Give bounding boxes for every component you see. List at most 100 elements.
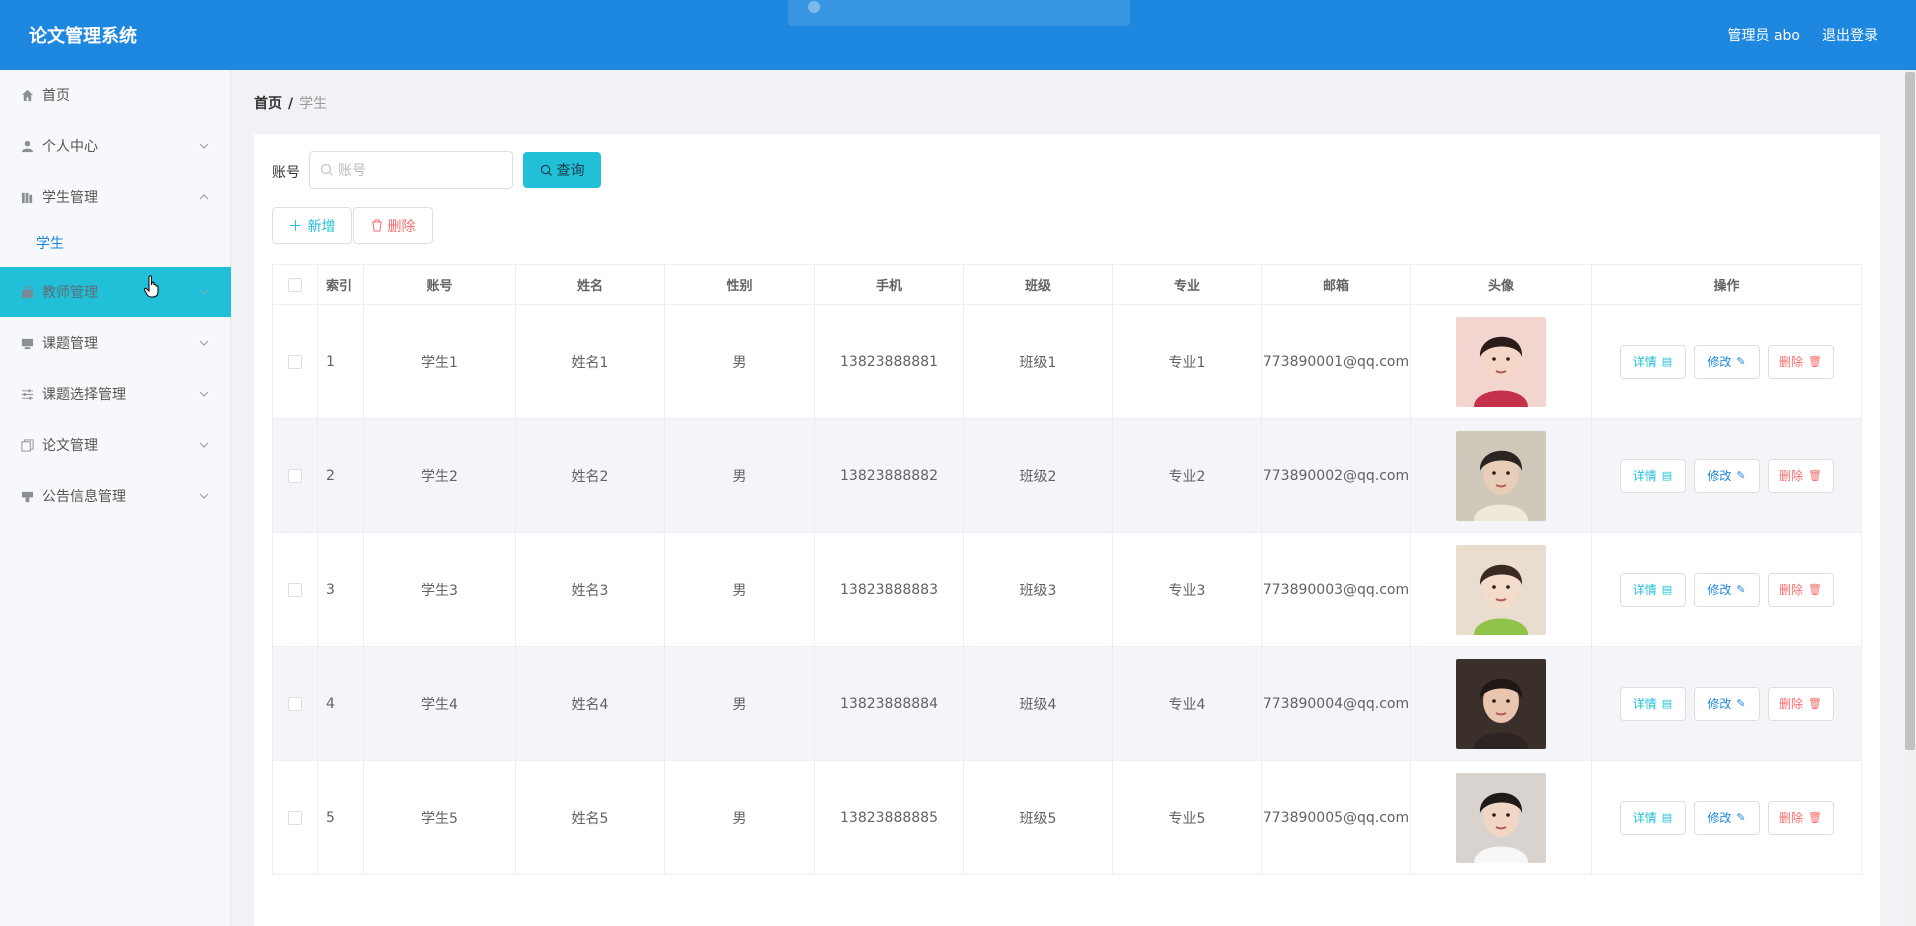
sliders-icon	[20, 387, 34, 401]
cell-account: 学生5	[364, 761, 516, 875]
scrollbar-thumb[interactable]	[1905, 72, 1915, 750]
cell-operations: 详情 ▤ 修改 ✎ 删除 🗑	[1592, 419, 1862, 533]
sidebar-item-topic-selection[interactable]: 课题选择管理	[0, 369, 231, 419]
avatar[interactable]	[1456, 430, 1546, 521]
delete-button[interactable]: 删除 🗑	[1767, 344, 1834, 379]
cell-sex: 男	[665, 533, 815, 647]
delete-button[interactable]: 删除 🗑	[1767, 800, 1834, 835]
edit-button[interactable]: 修改 ✎	[1693, 458, 1760, 493]
row-select-cell[interactable]	[273, 305, 318, 419]
pencil-icon: ✎	[1736, 469, 1746, 482]
table-row: 5 学生5 姓名5 男 13823888885 班级5 专业5 773890005@qq.co…	[273, 761, 1862, 875]
edit-button[interactable]: 修改 ✎	[1693, 686, 1760, 721]
edit-button-label: 修改	[1707, 583, 1732, 597]
sidebar-item-topics[interactable]: 课题管理	[0, 318, 231, 368]
library-icon	[20, 190, 34, 204]
add-button[interactable]: ＋ 新增	[272, 207, 352, 244]
delete-button-label: 删除	[1779, 469, 1804, 483]
table-row: 4 学生4 姓名4 男 13823888884 班级4 专业4 773890004@qq.co…	[273, 647, 1862, 761]
row-select-cell[interactable]	[273, 419, 318, 533]
row-select-cell[interactable]	[273, 647, 318, 761]
trash-icon: 🗑	[1808, 355, 1822, 368]
avatar[interactable]	[1456, 316, 1546, 407]
detail-button-label: 详情	[1632, 355, 1657, 369]
search-input[interactable]: 账号	[309, 151, 513, 189]
cell-name: 姓名5	[516, 761, 665, 875]
edit-button-label: 修改	[1707, 355, 1732, 369]
document-icon: ▤	[1661, 583, 1673, 596]
cell-index: 3	[318, 533, 364, 647]
query-button[interactable]: 查询	[523, 152, 601, 188]
avatar[interactable]	[1456, 544, 1546, 635]
delete-button[interactable]: 删除 🗑	[1767, 572, 1834, 607]
chevron-down-icon	[199, 287, 209, 298]
edit-button[interactable]: 修改 ✎	[1693, 572, 1760, 607]
sidebar-item-home[interactable]: 首页	[0, 70, 231, 120]
cell-email: 773890001@qq.com	[1262, 305, 1411, 419]
sidebar-subitem-student[interactable]: 学生	[0, 223, 231, 263]
document-icon: ▤	[1661, 697, 1673, 710]
sidebar-item-label: 个人中心	[42, 139, 98, 155]
edit-button[interactable]: 修改 ✎	[1693, 344, 1760, 379]
select-all-checkbox[interactable]	[288, 277, 302, 292]
breadcrumb-home[interactable]: 首页	[254, 96, 282, 112]
cell-phone: 13823888884	[815, 647, 964, 761]
batch-delete-button[interactable]: 删除	[353, 207, 433, 244]
delete-button-label: 删除	[1779, 583, 1804, 597]
row-checkbox[interactable]	[288, 810, 302, 825]
cell-index: 2	[318, 419, 364, 533]
user-icon	[20, 139, 34, 153]
breadcrumb-current: 学生	[299, 96, 328, 112]
detail-button[interactable]: 详情 ▤	[1619, 686, 1686, 721]
sidebar-item-teachers[interactable]: 教师管理	[0, 267, 231, 317]
table-row: 2 学生2 姓名2 男 13823888882 班级2 专业2 773890002@qq.co…	[273, 419, 1862, 533]
delete-button[interactable]: 删除 🗑	[1767, 458, 1834, 493]
sidebar-item-students[interactable]: 学生管理	[0, 172, 231, 222]
current-user-label: 管理员 abo	[1727, 28, 1800, 44]
column-header: 索引	[318, 265, 364, 305]
column-header: 姓名	[516, 265, 665, 305]
delete-button[interactable]: 删除 🗑	[1767, 686, 1834, 721]
cell-email: 773890004@qq.com	[1262, 647, 1411, 761]
pencil-icon: ✎	[1736, 697, 1746, 710]
chevron-down-icon	[199, 440, 209, 451]
row-checkbox[interactable]	[288, 582, 302, 597]
edit-button[interactable]: 修改 ✎	[1693, 800, 1760, 835]
detail-button[interactable]: 详情 ▤	[1619, 458, 1686, 493]
detail-button[interactable]: 详情 ▤	[1619, 344, 1686, 379]
cell-sex: 男	[665, 419, 815, 533]
cell-index: 5	[318, 761, 364, 875]
select-all-cell[interactable]	[273, 265, 318, 305]
cell-index: 1	[318, 305, 364, 419]
sidebar-item-papers[interactable]: 论文管理	[0, 420, 231, 470]
chevron-down-icon	[199, 338, 209, 349]
sidebar-item-notices[interactable]: 公告信息管理	[0, 471, 231, 521]
pencil-icon: ✎	[1736, 811, 1746, 824]
cell-major: 专业4	[1113, 647, 1262, 761]
avatar[interactable]	[1456, 658, 1546, 749]
toast-icon	[808, 1, 820, 13]
cell-name: 姓名1	[516, 305, 665, 419]
logout-link[interactable]: 退出登录	[1822, 25, 1878, 45]
chevron-down-icon	[199, 491, 209, 502]
cell-major: 专业1	[1113, 305, 1262, 419]
avatar[interactable]	[1456, 772, 1546, 863]
cell-avatar	[1411, 647, 1592, 761]
row-select-cell[interactable]	[273, 761, 318, 875]
cell-major: 专业2	[1113, 419, 1262, 533]
row-checkbox[interactable]	[288, 468, 302, 483]
plus-icon: ＋	[288, 218, 303, 235]
row-checkbox[interactable]	[288, 696, 302, 711]
document-icon: ▤	[1661, 811, 1673, 824]
row-select-cell[interactable]	[273, 533, 318, 647]
cell-account: 学生1	[364, 305, 516, 419]
cell-email: 773890003@qq.com	[1262, 533, 1411, 647]
chevron-up-icon	[199, 192, 209, 203]
sidebar-item-personal[interactable]: 个人中心	[0, 121, 231, 171]
cell-name: 姓名3	[516, 533, 665, 647]
pencil-icon: ✎	[1736, 355, 1746, 368]
row-checkbox[interactable]	[288, 354, 302, 369]
detail-button[interactable]: 详情 ▤	[1619, 800, 1686, 835]
cell-account: 学生4	[364, 647, 516, 761]
detail-button[interactable]: 详情 ▤	[1619, 572, 1686, 607]
